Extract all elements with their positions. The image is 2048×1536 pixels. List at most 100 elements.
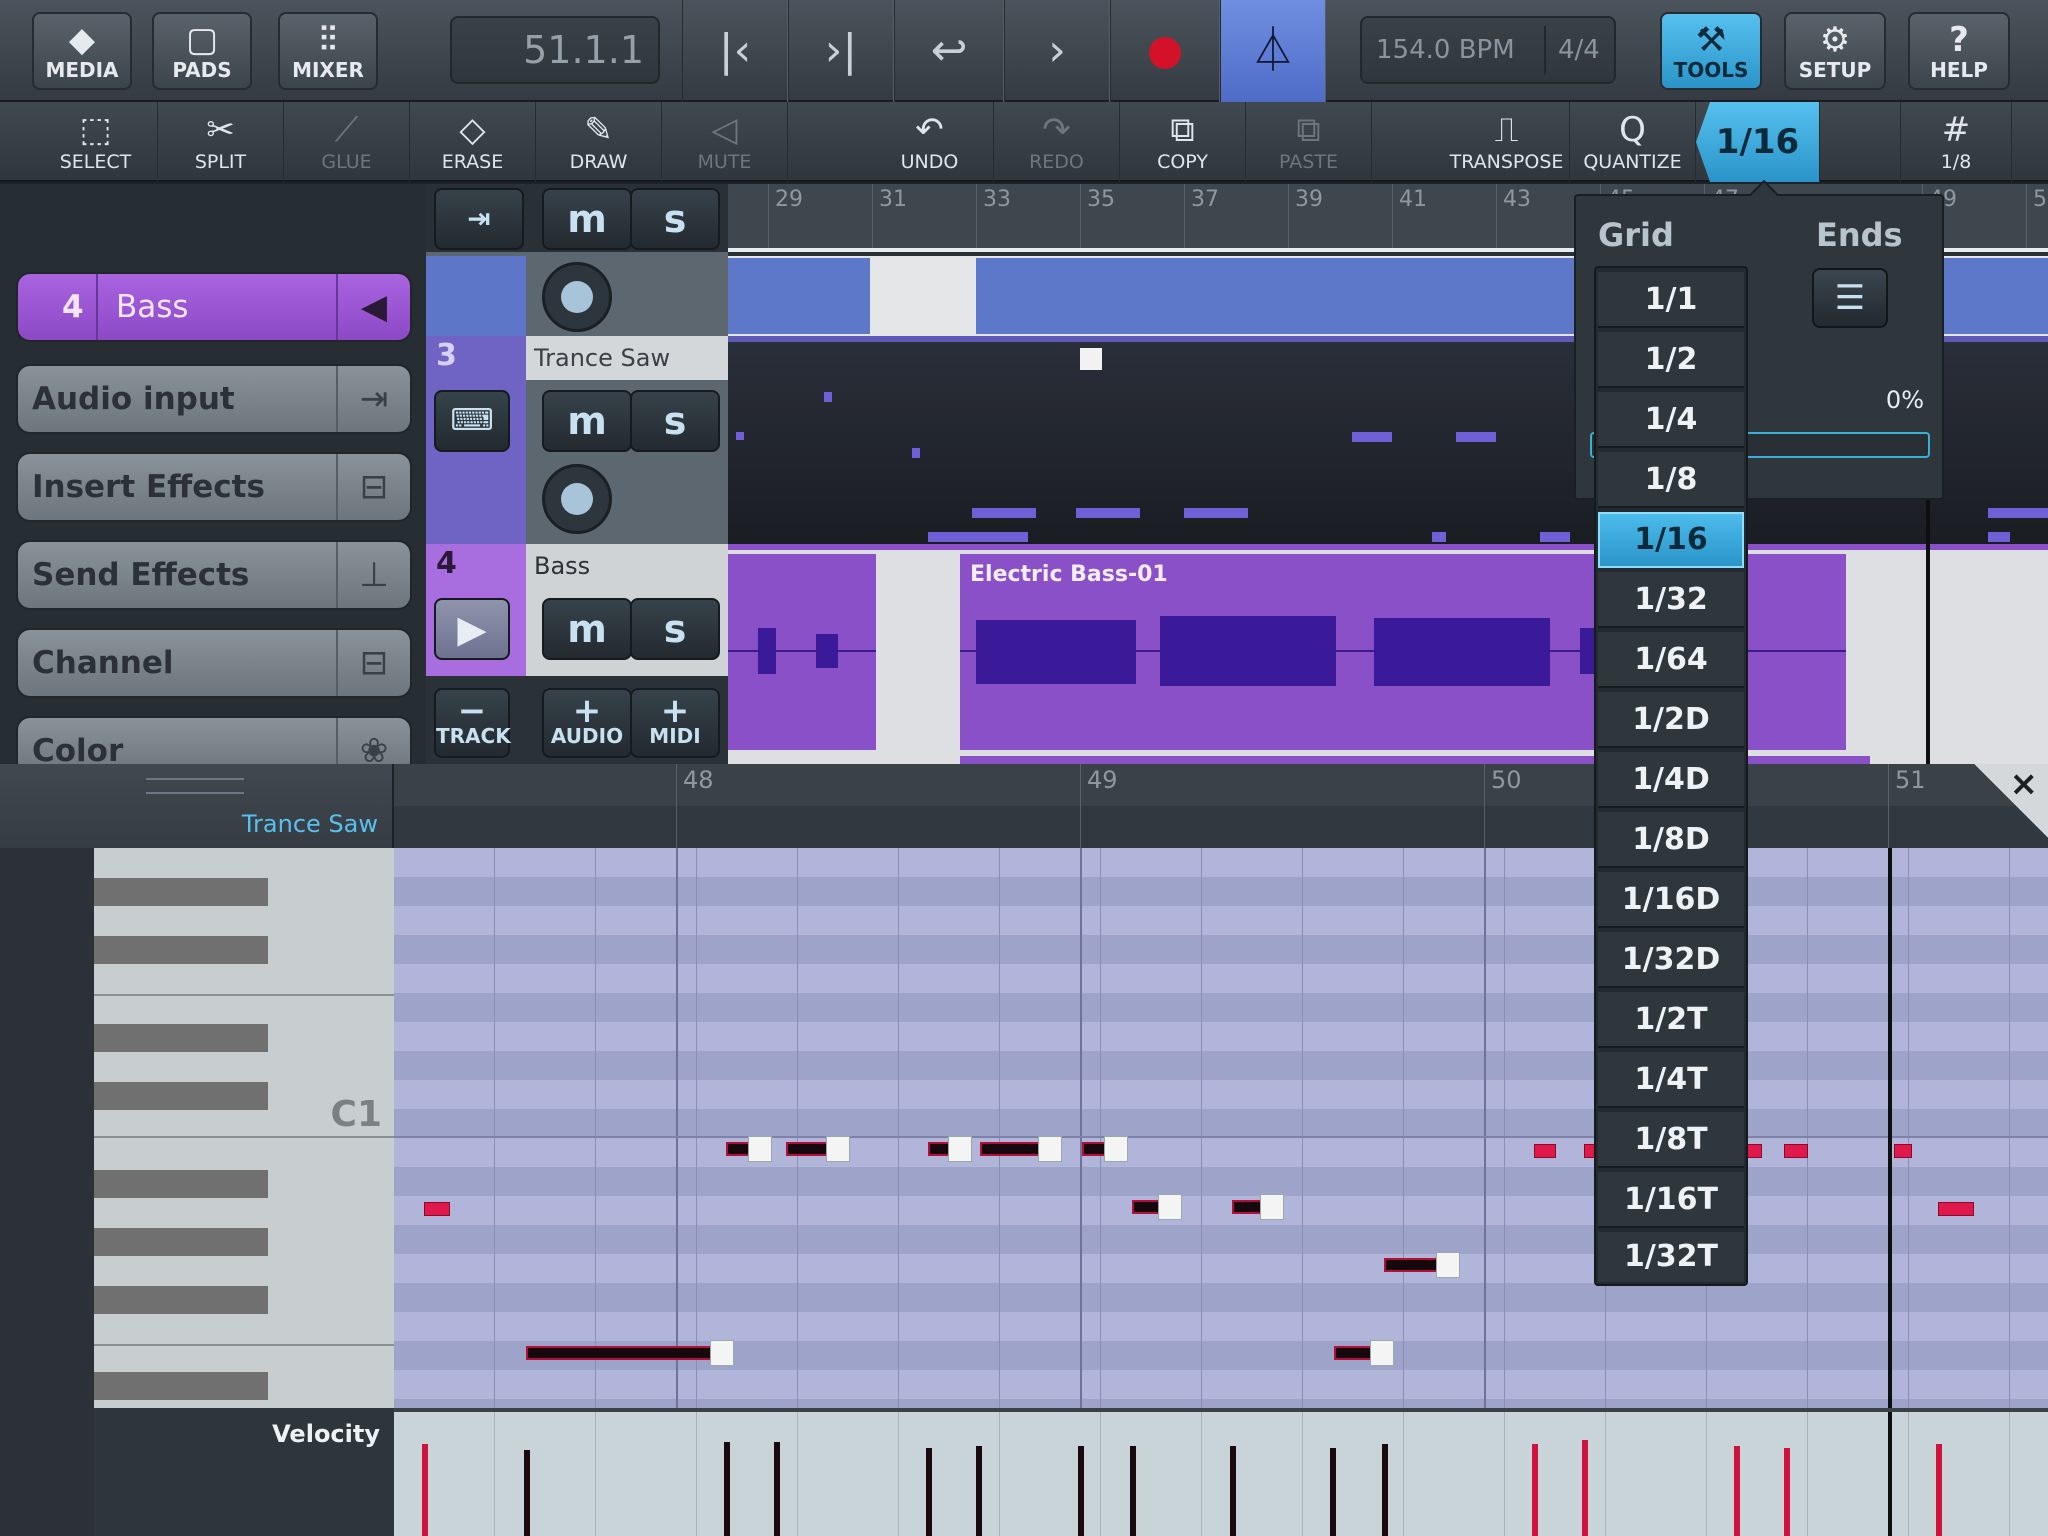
velocity-bar[interactable] — [1330, 1448, 1336, 1536]
grid-option[interactable]: 1/32 — [1598, 572, 1744, 628]
velocity-lane[interactable] — [394, 1408, 2048, 1536]
grid-option[interactable]: 1/32D — [1598, 932, 1744, 988]
channel-button[interactable]: Channel ⊟ — [16, 628, 412, 698]
close-editor-button[interactable]: × — [1974, 764, 2048, 838]
track-3-instrument-button[interactable]: ⌨ — [434, 390, 510, 452]
glue-tool[interactable]: ⟋ GLUE — [284, 102, 410, 182]
grid-option[interactable]: 1/32T — [1598, 1232, 1744, 1282]
position-display[interactable]: 51.1.1 — [450, 16, 660, 84]
note-end-handle[interactable] — [1370, 1340, 1394, 1366]
black-key[interactable] — [94, 936, 268, 964]
note-end-handle[interactable] — [948, 1136, 972, 1162]
redo-button[interactable]: ↷ REDO — [994, 102, 1120, 182]
quantize-button[interactable]: Q QUANTIZE — [1570, 102, 1696, 182]
grid-option[interactable]: 1/8 — [1598, 452, 1744, 508]
audio-clip-left[interactable] — [728, 554, 876, 750]
transpose-button[interactable]: ⎍ TRANSPOSE — [1444, 102, 1570, 182]
track-3-solo-button[interactable]: s — [630, 390, 720, 452]
snap-grid-button[interactable]: # 1/8 — [1900, 102, 2012, 182]
global-mute-button[interactable]: m — [542, 188, 632, 250]
go-to-start-button[interactable]: |‹ — [682, 0, 788, 102]
grid-option[interactable]: 1/2T — [1598, 992, 1744, 1048]
track-3-mute-button[interactable]: m — [542, 390, 632, 452]
velocity-bar[interactable] — [976, 1446, 982, 1536]
remove-track-button[interactable]: − TRACK — [434, 688, 511, 758]
black-key[interactable] — [94, 1082, 268, 1110]
midi-note[interactable] — [928, 1136, 972, 1162]
clip-handle[interactable] — [1080, 348, 1102, 370]
global-solo-button[interactable]: s — [630, 188, 720, 250]
selected-note[interactable] — [1938, 1202, 1974, 1216]
grid-option-selected[interactable]: 1/16 — [1598, 512, 1744, 568]
note-end-handle[interactable] — [1260, 1194, 1284, 1220]
draw-tool[interactable]: ✎ DRAW — [536, 102, 662, 182]
go-to-end-button[interactable]: ›| — [788, 0, 894, 102]
track-4-mute-button[interactable]: m — [542, 598, 632, 660]
velocity-bar[interactable] — [1382, 1444, 1388, 1536]
help-button[interactable]: ? HELP — [1908, 12, 2010, 90]
note-grid[interactable] — [394, 848, 2048, 1408]
mute-tool[interactable]: ◁ MUTE — [662, 102, 788, 182]
grid-option[interactable]: 1/8T — [1598, 1112, 1744, 1168]
black-key[interactable] — [94, 878, 268, 906]
selected-note[interactable] — [1784, 1144, 1808, 1158]
grid-option[interactable]: 1/8D — [1598, 812, 1744, 868]
note-end-handle[interactable] — [826, 1136, 850, 1162]
track-4-play-button[interactable]: ▶ — [434, 598, 510, 660]
split-tool[interactable]: ✂ SPLIT — [158, 102, 284, 182]
audio-input-button[interactable]: Audio input ⇥ — [16, 364, 412, 434]
grid-option[interactable]: 1/16T — [1598, 1172, 1744, 1228]
ends-button[interactable]: ☰ — [1812, 268, 1888, 328]
undo-button[interactable]: ↶ UNDO — [866, 102, 994, 182]
velocity-bar[interactable] — [774, 1442, 780, 1536]
midi-note[interactable] — [1334, 1340, 1394, 1366]
velocity-bar[interactable] — [1734, 1446, 1740, 1536]
play-button[interactable]: › — [1004, 0, 1110, 102]
media-button[interactable]: ◆ MEDIA — [32, 12, 132, 90]
midi-note[interactable] — [786, 1136, 850, 1162]
midi-note[interactable] — [1082, 1136, 1128, 1162]
inspector-track-header[interactable]: 4 Bass ◀ — [16, 272, 412, 342]
grid-option[interactable]: 1/2 — [1598, 332, 1744, 388]
note-end-handle[interactable] — [710, 1340, 734, 1366]
grid-option[interactable]: 1/2D — [1598, 692, 1744, 748]
note-end-handle[interactable] — [1436, 1252, 1460, 1278]
loop-button[interactable]: ↩ — [894, 0, 1004, 102]
velocity-bar[interactable] — [724, 1442, 730, 1536]
editor-ruler[interactable]: 48 49 50 51 × — [394, 764, 2048, 848]
note-end-handle[interactable] — [748, 1136, 772, 1162]
midi-note[interactable] — [1384, 1252, 1460, 1278]
track-options-button[interactable]: ⇥ — [434, 188, 524, 250]
grid-option[interactable]: 1/1 — [1598, 272, 1744, 328]
grid-option[interactable]: 1/16D — [1598, 872, 1744, 928]
setup-button[interactable]: ⚙ SETUP — [1784, 12, 1886, 90]
piano-keyboard[interactable]: C1 — [94, 848, 394, 1408]
velocity-bar[interactable] — [1784, 1448, 1790, 1536]
velocity-bar[interactable] — [926, 1448, 932, 1536]
velocity-bar[interactable] — [524, 1450, 530, 1536]
pads-button[interactable]: ▢ PADS — [152, 12, 252, 90]
black-key[interactable] — [94, 1372, 268, 1400]
midi-note[interactable] — [1232, 1194, 1284, 1220]
velocity-bar[interactable] — [422, 1444, 428, 1536]
selected-note[interactable] — [424, 1202, 450, 1216]
black-key[interactable] — [94, 1024, 268, 1052]
copy-button[interactable]: ⧉ COPY — [1120, 102, 1246, 182]
grid-option[interactable]: 1/4T — [1598, 1052, 1744, 1108]
black-key[interactable] — [94, 1228, 268, 1256]
velocity-bar[interactable] — [1230, 1446, 1236, 1536]
velocity-bar[interactable] — [1130, 1446, 1136, 1536]
tempo-display[interactable]: 154.0 BPM 4/4 — [1360, 16, 1616, 84]
black-key[interactable] — [94, 1170, 268, 1198]
grid-option[interactable]: 1/64 — [1598, 632, 1744, 688]
velocity-bar[interactable] — [1936, 1444, 1942, 1536]
midi-note[interactable] — [1132, 1194, 1182, 1220]
selected-note[interactable] — [1894, 1144, 1912, 1158]
send-effects-button[interactable]: Send Effects ⊥ — [16, 540, 412, 610]
erase-tool[interactable]: ◇ ERASE — [410, 102, 536, 182]
tools-button[interactable]: ⚒ TOOLS — [1660, 12, 1762, 90]
velocity-bar[interactable] — [1582, 1440, 1588, 1536]
track-2-clip[interactable] — [728, 258, 870, 334]
grid-option[interactable]: 1/4 — [1598, 392, 1744, 448]
quantize-value-button[interactable]: 1/16 — [1696, 102, 1820, 182]
